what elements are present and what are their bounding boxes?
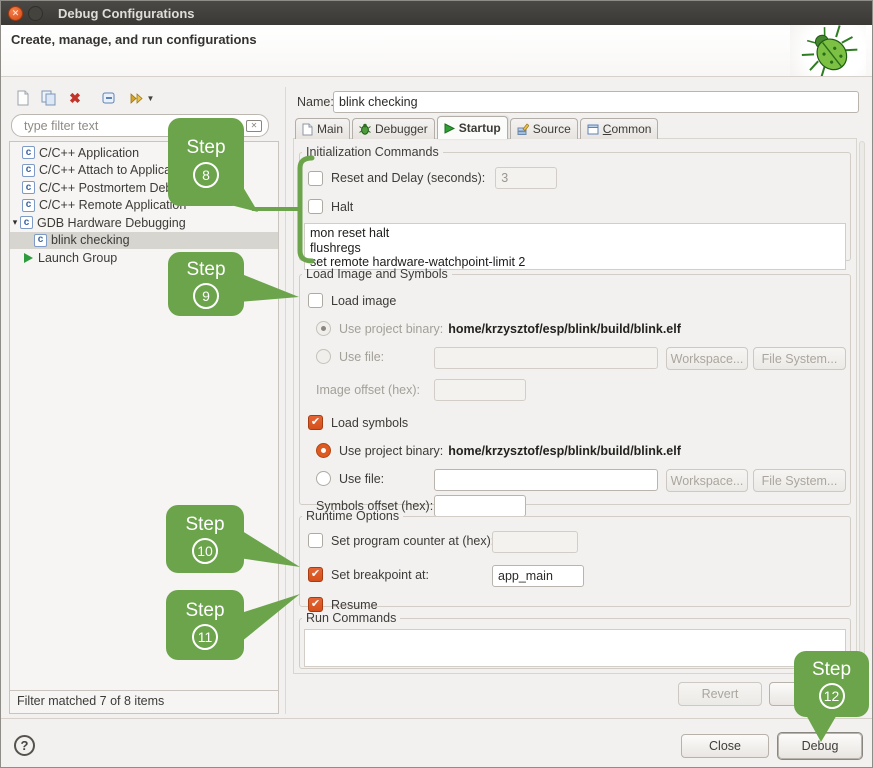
image-offset-row: Image offset (hex): [316, 383, 420, 397]
name-input[interactable] [333, 91, 859, 113]
halt-checkbox[interactable] [308, 199, 323, 214]
load-symbols-checkbox[interactable]: ✔ [308, 415, 323, 430]
symbols-use-project-binary-radio[interactable] [316, 443, 331, 458]
image-offset-input[interactable] [434, 379, 526, 401]
reset-and-delay-checkbox[interactable] [308, 171, 323, 186]
titlebar: ✕ Debug Configurations [1, 1, 872, 25]
minimize-window-icon[interactable] [28, 6, 43, 21]
load-image-row: Load image [308, 293, 396, 308]
debug-button[interactable]: Debug [778, 733, 862, 759]
step-10-badge: Step 10 [166, 505, 244, 573]
dialog-header: Create, manage, and run configurations [1, 25, 872, 77]
image-use-project-binary-radio[interactable] [316, 321, 331, 336]
runtime-options-group: Runtime Options Set program counter at (… [299, 509, 851, 607]
halt-row: Halt [308, 199, 353, 214]
set-breakpoint-checkbox[interactable]: ✔ [308, 567, 323, 582]
tree-item-blink-checking[interactable]: c blink checking [10, 232, 278, 250]
duplicate-configuration-icon[interactable] [39, 89, 59, 107]
debug-configurations-dialog: ✕ Debug Configurations Create, manage, a… [0, 0, 873, 768]
image-file-input[interactable] [434, 347, 658, 369]
init-commands-textarea[interactable]: mon reset halt flushregs set remote hard… [304, 223, 846, 270]
c-app-icon: c [22, 199, 35, 212]
symbols-workspace-button[interactable]: Workspace... [666, 469, 748, 492]
close-button[interactable]: Close [681, 734, 769, 758]
symbols-file-input[interactable] [434, 469, 658, 491]
set-pc-input[interactable] [492, 531, 578, 553]
footer-divider [1, 718, 872, 719]
main-tab-icon [302, 123, 313, 136]
bug-icon [790, 25, 866, 76]
symbols-use-project-binary-row: Use project binary: home/krzysztof/esp/b… [316, 443, 681, 458]
run-commands-group: Run Commands [299, 611, 851, 669]
help-button[interactable]: ? [14, 735, 35, 756]
tab-main[interactable]: Main [295, 118, 350, 139]
reset-and-delay-row: Reset and Delay (seconds): [308, 167, 557, 189]
c-app-icon: c [34, 234, 47, 247]
new-configuration-icon[interactable] [13, 89, 33, 107]
filter-status: Filter matched 7 of 8 items [9, 691, 279, 714]
tab-debugger[interactable]: Debugger [352, 118, 435, 139]
debugger-tab-icon [359, 123, 371, 135]
image-filesystem-button[interactable]: File System... [753, 347, 846, 370]
collapse-all-icon[interactable] [99, 89, 119, 107]
initialization-commands-group: Initialization Commands Reset and Delay … [299, 145, 851, 261]
startup-tab-icon [444, 123, 455, 134]
step-12-badge: Step 12 [794, 651, 869, 717]
dialog-subtitle: Create, manage, and run configurations [11, 32, 257, 47]
set-pc-checkbox[interactable] [308, 533, 323, 548]
clear-filter-icon[interactable]: ✕ [246, 120, 262, 132]
c-app-icon: c [22, 181, 35, 194]
common-tab-icon [587, 124, 599, 135]
step-9-badge: Step 9 [168, 252, 244, 316]
symbols-binary-path: home/krzysztof/esp/blink/build/blink.elf [448, 444, 681, 458]
tab-common[interactable]: Common [580, 118, 659, 139]
source-tab-icon [517, 123, 529, 135]
tab-source[interactable]: Source [510, 118, 578, 139]
filter-launch-configurations-icon[interactable]: ▼ [127, 89, 157, 107]
image-workspace-button[interactable]: Workspace... [666, 347, 748, 370]
image-use-file-row: Use file: [316, 349, 384, 364]
breakpoint-input[interactable] [492, 565, 584, 587]
c-app-icon: c [22, 164, 35, 177]
resume-row: ✔ Resume [308, 597, 378, 612]
c-app-icon: c [22, 146, 35, 159]
chevron-down-icon: ▼ [147, 94, 155, 103]
revert-button[interactable]: Revert [678, 682, 762, 706]
symbols-filesystem-button[interactable]: File System... [753, 469, 846, 492]
config-tabs: Main Debugger Startup Source Common [295, 116, 660, 139]
image-binary-path: home/krzysztof/esp/blink/build/blink.elf [448, 322, 681, 336]
set-pc-row: Set program counter at (hex): [308, 533, 494, 548]
symbols-use-file-row: Use file: [316, 471, 384, 486]
reset-delay-input[interactable] [495, 167, 557, 189]
load-image-symbols-group: Load Image and Symbols Load image Use pr… [299, 267, 851, 505]
close-window-icon[interactable]: ✕ [8, 6, 23, 21]
panel-divider[interactable] [285, 87, 286, 714]
load-symbols-row: ✔ Load symbols [308, 415, 408, 430]
step-8-badge: Step 8 [168, 118, 244, 206]
image-use-file-radio[interactable] [316, 349, 331, 364]
tree-item-gdb-hardware-debugging[interactable]: ▾ c GDB Hardware Debugging [10, 214, 278, 232]
load-image-checkbox[interactable] [308, 293, 323, 308]
delete-configuration-icon[interactable]: ✖ [65, 89, 85, 107]
tab-startup[interactable]: Startup [437, 116, 508, 139]
symbols-use-file-radio[interactable] [316, 471, 331, 486]
window-title: Debug Configurations [58, 6, 195, 21]
resume-checkbox[interactable]: ✔ [308, 597, 323, 612]
name-label: Name: [297, 95, 334, 109]
c-app-icon: c [20, 216, 33, 229]
scrollbar-track[interactable] [859, 141, 865, 671]
expand-arrow-icon[interactable]: ▾ [10, 217, 20, 228]
configurations-toolbar: ✖ ▼ [13, 88, 157, 108]
bug-logo [790, 25, 866, 76]
launch-group-icon [24, 253, 33, 263]
run-commands-textarea[interactable] [304, 629, 846, 667]
set-breakpoint-row: ✔ Set breakpoint at: [308, 567, 429, 582]
step-11-badge: Step 11 [166, 590, 244, 660]
image-use-project-binary-row: Use project binary: home/krzysztof/esp/b… [316, 321, 681, 336]
